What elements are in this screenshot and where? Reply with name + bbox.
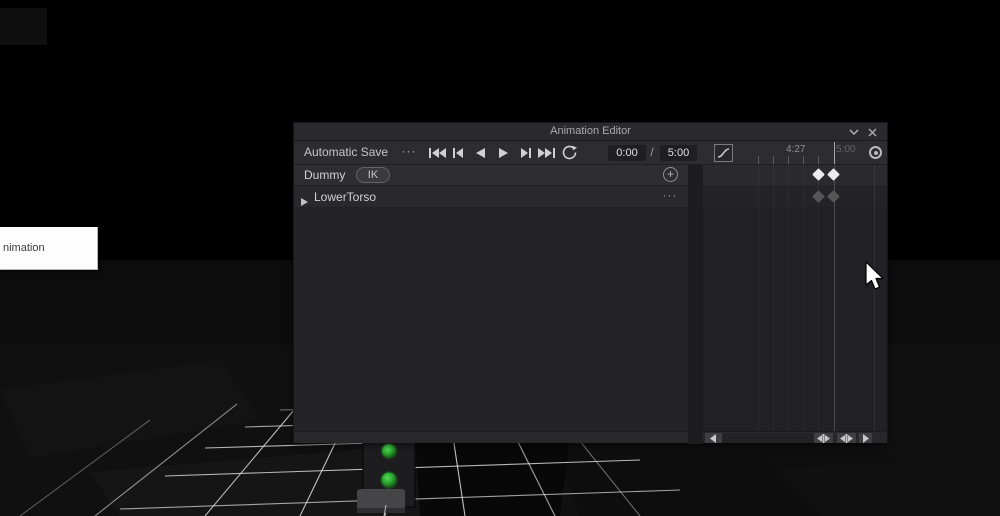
skip-to-end-button[interactable] — [536, 141, 558, 164]
scroll-right-button[interactable] — [859, 433, 872, 443]
current-time-value: 0:00 — [616, 147, 638, 159]
joint-indicator-lower[interactable] — [381, 472, 397, 488]
plus-icon: + — [666, 167, 674, 181]
chevron-down-icon — [848, 128, 859, 135]
ruler-tick — [818, 156, 819, 164]
ease-curve-icon — [717, 148, 730, 158]
top-left-remnant — [0, 8, 47, 45]
arrow-right-icon — [863, 433, 869, 443]
mouse-cursor-icon — [865, 261, 884, 290]
time-separator: / — [650, 145, 654, 159]
loop-icon — [562, 145, 577, 160]
play-button[interactable] — [492, 141, 514, 164]
timeline-gridline — [788, 165, 789, 431]
play-reverse-button[interactable] — [470, 141, 492, 164]
ruler-tick — [773, 156, 774, 164]
joint-indicator-upper[interactable] — [382, 444, 396, 458]
ruler-time-label: 4:27 — [786, 144, 806, 155]
timeline-gridline — [758, 165, 759, 431]
save-mode-label[interactable]: Automatic Save — [304, 141, 388, 164]
zoom-grip-left[interactable] — [814, 433, 833, 443]
expand-arrow-icon — [301, 198, 308, 206]
play-icon — [499, 147, 508, 158]
timeline-empty-area[interactable] — [703, 208, 887, 431]
dummy-limb-shadow — [357, 508, 405, 513]
zoom-grip-right[interactable] — [837, 433, 856, 443]
scroll-left-button[interactable] — [705, 433, 722, 443]
rig-name: Dummy — [304, 168, 346, 182]
scrollbar-track[interactable] — [722, 433, 814, 443]
close-button[interactable] — [865, 125, 880, 139]
ellipsis-icon: ··· — [401, 144, 417, 158]
timeline-scrollbar[interactable] — [703, 431, 887, 443]
ruler-tick — [788, 156, 789, 164]
track-name: LowerTorso — [314, 190, 377, 204]
ellipsis-icon: ··· — [662, 188, 678, 202]
skip-to-start-button[interactable] — [426, 141, 448, 164]
tracklist-bottom-bar — [294, 431, 688, 443]
ruler-tick — [758, 156, 759, 164]
ruler-end-label: 5:00 — [836, 144, 856, 155]
current-time-input[interactable]: 0:00 — [608, 145, 646, 161]
timeline-gridline — [803, 165, 804, 431]
dummy-figure[interactable] — [357, 436, 416, 516]
animation-end-marker[interactable] — [834, 142, 835, 164]
play-reverse-icon — [476, 147, 485, 158]
skip-start-icon — [429, 147, 446, 158]
rig-summary-row[interactable]: Dummy IK + — [294, 165, 688, 186]
panel-titlebar[interactable]: Animation Editor — [294, 123, 887, 141]
summary-keyframe-lane[interactable] — [703, 165, 887, 186]
prev-keyframe-icon — [453, 147, 463, 158]
timeline-settings-button[interactable] — [869, 146, 882, 159]
timeline-gridline — [818, 165, 819, 431]
end-time-value: 5:00 — [667, 147, 690, 159]
save-options-button[interactable]: ··· — [398, 141, 420, 164]
loop-toggle-button[interactable] — [558, 141, 580, 164]
track-list-empty-area — [294, 208, 688, 431]
add-track-button[interactable]: + — [663, 167, 678, 182]
grip-icon — [817, 433, 830, 443]
track-keyframe-lane[interactable] — [703, 186, 887, 208]
timeline-right-edge — [874, 165, 875, 431]
pane-divider[interactable] — [688, 165, 703, 444]
next-keyframe-button[interactable] — [514, 141, 536, 164]
panel-title: Animation Editor — [550, 125, 631, 137]
ik-toggle-button[interactable]: IK — [356, 167, 390, 183]
tooltip: nimation — [0, 227, 98, 270]
close-icon — [868, 128, 877, 136]
timeline-gridline — [773, 165, 774, 431]
animation-end-line — [834, 165, 835, 431]
track-options-button[interactable]: ··· — [658, 186, 682, 208]
animation-editor-panel: Animation Editor Automatic Save ··· 0:00… — [293, 122, 888, 444]
grip-icon — [840, 433, 853, 443]
tooltip-text: nimation — [3, 242, 45, 254]
previous-keyframe-button[interactable] — [448, 141, 470, 164]
curve-editor-button[interactable] — [714, 144, 733, 162]
editor-toolbar: Automatic Save ··· 0:00 / 5:00 4:27 5:00 — [294, 141, 887, 165]
ruler-tick — [803, 156, 804, 164]
arrow-left-icon — [710, 433, 716, 443]
expand-track-button[interactable] — [301, 193, 309, 206]
next-keyframe-icon — [521, 147, 531, 158]
collapse-button[interactable] — [846, 125, 861, 139]
end-time-input[interactable]: 5:00 — [660, 145, 697, 161]
skip-end-icon — [538, 147, 555, 158]
track-row-lowertorso[interactable]: LowerTorso ··· — [294, 186, 688, 208]
